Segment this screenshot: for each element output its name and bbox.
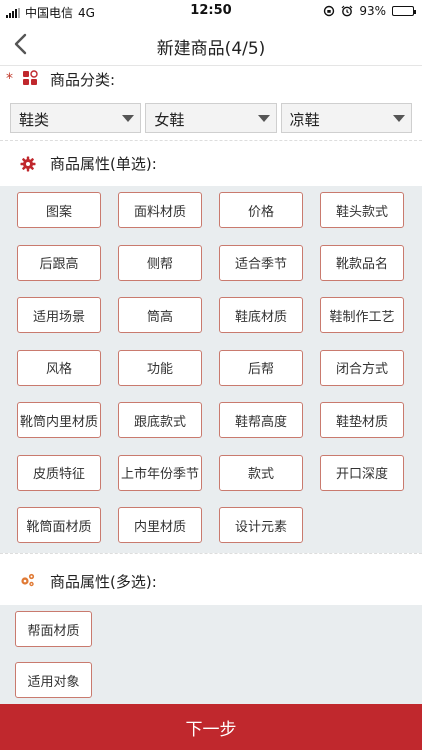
single-attr-tag[interactable]: 款式 <box>219 454 303 491</box>
category-select-2[interactable]: 女鞋 <box>145 103 277 133</box>
single-attr-tag[interactable]: 适合季节 <box>219 244 303 281</box>
single-attr-tag[interactable]: 功能 <box>118 349 202 386</box>
caret-down-icon <box>392 115 405 122</box>
category-icon <box>23 70 38 85</box>
single-attr-tag[interactable]: 图案 <box>17 192 101 228</box>
multi-attrs-header: 商品属性(多选): <box>0 553 422 605</box>
category-select-3-value: 凉鞋 <box>289 111 320 129</box>
single-attr-tag[interactable]: 鞋帮高度 <box>219 402 303 438</box>
caret-down-icon <box>257 115 270 122</box>
single-attrs-header: 商品属性(单选): <box>0 140 422 186</box>
nav-bar: 新建商品(4/5) <box>0 22 422 66</box>
single-attr-tag[interactable]: 鞋底材质 <box>219 297 303 333</box>
single-attr-tag[interactable]: 皮质特征 <box>17 454 101 491</box>
single-attr-tag[interactable]: 风格 <box>17 349 101 386</box>
category-select-1-value: 鞋类 <box>19 111 50 129</box>
battery-icon <box>392 6 416 16</box>
single-attr-tag[interactable]: 鞋头款式 <box>320 192 404 228</box>
single-attr-tag[interactable]: 靴筒内里材质 <box>17 402 101 438</box>
category-selects: 鞋类 女鞋 凉鞋 <box>10 103 412 133</box>
single-attr-tag[interactable]: 靴款品名 <box>320 244 404 281</box>
single-attr-tag[interactable]: 面料材质 <box>118 192 202 228</box>
caret-down-icon <box>122 115 135 122</box>
category-select-1[interactable]: 鞋类 <box>10 103 142 133</box>
multi-attrs-panel: 帮面材质 适用对象 <box>0 605 422 704</box>
gears-icon <box>21 573 35 587</box>
multi-attrs-label: 商品属性(多选): <box>50 573 157 591</box>
category-select-3[interactable]: 凉鞋 <box>280 103 412 133</box>
single-attr-tag[interactable]: 价格 <box>219 192 303 228</box>
single-attr-tag[interactable]: 后跟高 <box>17 244 101 281</box>
single-attr-tag[interactable]: 设计元素 <box>219 507 303 543</box>
single-attr-tag[interactable]: 侧帮 <box>118 244 202 281</box>
multi-attr-tag[interactable]: 适用对象 <box>15 662 92 698</box>
single-attr-tag[interactable]: 适用场景 <box>17 297 101 333</box>
category-label: 商品分类: <box>50 71 116 89</box>
status-right: 93% <box>323 4 416 18</box>
single-attr-tag[interactable]: 后帮 <box>219 349 303 386</box>
gear-icon <box>20 156 36 172</box>
single-attr-tag[interactable]: 靴筒面材质 <box>17 507 101 543</box>
status-bar: 中国电信 4G 12:50 93% <box>0 0 422 22</box>
single-attr-tag[interactable]: 上市年份季节 <box>118 454 202 491</box>
category-select-2-value: 女鞋 <box>154 111 185 129</box>
multi-attr-tag[interactable]: 帮面材质 <box>15 611 92 647</box>
single-attr-tag[interactable]: 开口深度 <box>320 454 404 491</box>
single-attrs-label: 商品属性(单选): <box>50 155 157 173</box>
next-button[interactable]: 下一步 <box>0 704 422 750</box>
battery-percent: 93% <box>359 4 386 18</box>
category-row: * 商品分类: <box>0 66 422 96</box>
single-attr-tag[interactable]: 跟底款式 <box>118 402 202 438</box>
single-attr-tag[interactable]: 闭合方式 <box>320 349 404 386</box>
page-title: 新建商品(4/5) <box>156 39 266 59</box>
single-attrs-panel: 图案 面料材质 价格 鞋头款式后跟高 侧帮 适合季节 靴款品名适用场景 筒高 鞋底材质 鞋制作工艺… <box>0 186 422 553</box>
single-attr-tag[interactable]: 内里材质 <box>118 507 202 543</box>
rotation-lock-icon <box>324 5 335 17</box>
single-attr-tag[interactable]: 筒高 <box>118 297 202 333</box>
alarm-icon <box>341 5 353 17</box>
single-attr-tag[interactable]: 鞋垫材质 <box>320 402 404 438</box>
required-mark: * <box>6 71 13 87</box>
single-attr-tag[interactable]: 鞋制作工艺 <box>320 297 404 333</box>
